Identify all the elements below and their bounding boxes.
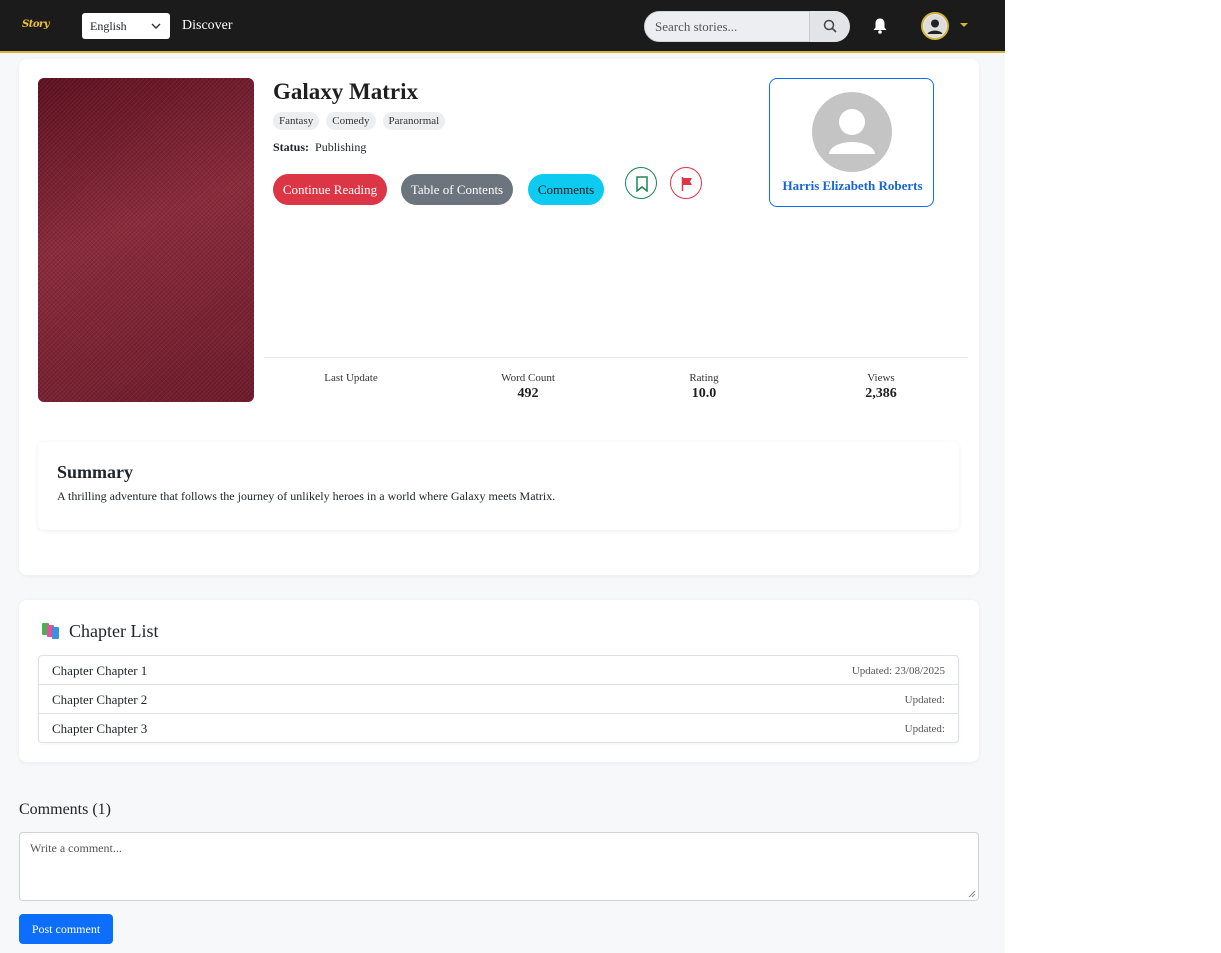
stat-last-update: Last Update <box>281 371 421 385</box>
search-input[interactable]: Search stories... <box>655 19 737 35</box>
author-card[interactable]: Harris Elizabeth Roberts <box>769 78 934 207</box>
status-label: Status: <box>273 140 310 154</box>
genre-tags: Fantasy Comedy Paranormal <box>273 112 446 130</box>
user-icon <box>829 109 875 154</box>
continue-reading-button[interactable]: Continue Reading <box>273 174 387 205</box>
stat-value: 10.0 <box>691 386 717 401</box>
stats-divider <box>264 357 968 358</box>
report-button[interactable] <box>670 167 702 199</box>
chapter-name[interactable]: Chapter Chapter 2 <box>52 692 147 707</box>
stat-label: Word Count <box>501 372 555 384</box>
post-comment-button[interactable]: Post comment <box>19 914 113 944</box>
genre-tag[interactable]: Fantasy <box>273 112 320 130</box>
genre-tag[interactable]: Paranormal <box>382 112 446 130</box>
search-icon <box>823 19 837 33</box>
user-icon <box>924 15 946 37</box>
chapter-name[interactable]: Chapter Chapter 1 <box>52 663 147 678</box>
stat-label: Last Update <box>324 372 378 384</box>
chapter-list: Chapter Chapter 1 Updated: 23/08/2025 Ch… <box>38 655 959 743</box>
chapter-list-card: Chapter List Chapter Chapter 1 Updated: … <box>19 600 979 762</box>
user-avatar[interactable] <box>921 12 949 40</box>
comments-title: Comments (1) <box>19 801 111 818</box>
bell-icon[interactable] <box>872 17 888 35</box>
search-form: Search stories... <box>644 11 850 42</box>
chapter-name[interactable]: Chapter Chapter 3 <box>52 721 147 736</box>
bookmark-icon <box>636 176 648 192</box>
chapter-row[interactable]: Chapter Chapter 2 Updated: <box>39 685 958 714</box>
status-value: Publishing <box>315 140 367 154</box>
chapter-row[interactable]: Chapter Chapter 1 Updated: 23/08/2025 <box>39 656 958 685</box>
story-cover-image <box>38 78 254 402</box>
story-card: Galaxy Matrix Fantasy Comedy Paranormal … <box>19 59 979 575</box>
books-icon <box>42 623 59 639</box>
comments-button[interactable]: Comments <box>528 174 604 205</box>
chapter-updated: Updated: 23/08/2025 <box>851 665 945 677</box>
chapter-updated: Updated: <box>904 694 945 706</box>
language-select-value: English <box>90 19 127 33</box>
chevron-down-icon <box>151 23 161 29</box>
stat-rating: Rating 10.0 <box>634 371 774 402</box>
page: Story English Discover Search stories...… <box>0 0 1005 953</box>
summary-card: Summary A thrilling adventure that follo… <box>38 442 959 530</box>
comment-placeholder: Write a comment... <box>30 841 122 855</box>
chapter-updated: Updated: <box>904 723 945 735</box>
stat-label: Rating <box>689 372 719 384</box>
summary-text: A thrilling adventure that follows the j… <box>57 489 556 503</box>
chapter-list-title: Chapter List <box>69 621 159 641</box>
stat-value: 492 <box>517 386 539 401</box>
summary-title: Summary <box>57 462 133 482</box>
author-avatar <box>812 92 892 172</box>
resize-grip-icon[interactable] <box>968 890 976 898</box>
genre-tag[interactable]: Comedy <box>326 112 376 130</box>
status-row: Status: Publishing <box>273 139 366 155</box>
author-name[interactable]: Harris Elizabeth Roberts <box>770 178 935 194</box>
site-logo[interactable]: Story <box>22 17 50 33</box>
stat-word-count: Word Count 492 <box>458 371 598 402</box>
flag-icon <box>681 177 692 191</box>
bookmark-button[interactable] <box>625 167 657 199</box>
table-of-contents-button[interactable]: Table of Contents <box>401 174 513 205</box>
nav-link-discover[interactable]: Discover <box>182 17 233 35</box>
stat-label: Views <box>867 372 895 384</box>
chapter-row[interactable]: Chapter Chapter 3 Updated: <box>39 714 958 742</box>
user-menu-caret-icon[interactable] <box>960 23 968 27</box>
comment-textarea[interactable]: Write a comment... <box>19 832 979 901</box>
top-navbar: Story English Discover Search stories... <box>0 0 1005 53</box>
story-title: Galaxy Matrix <box>273 79 418 104</box>
search-button[interactable] <box>809 11 850 42</box>
stat-views: Views 2,386 <box>811 371 951 402</box>
language-select[interactable]: English <box>82 13 170 39</box>
stat-value: 2,386 <box>865 386 897 401</box>
